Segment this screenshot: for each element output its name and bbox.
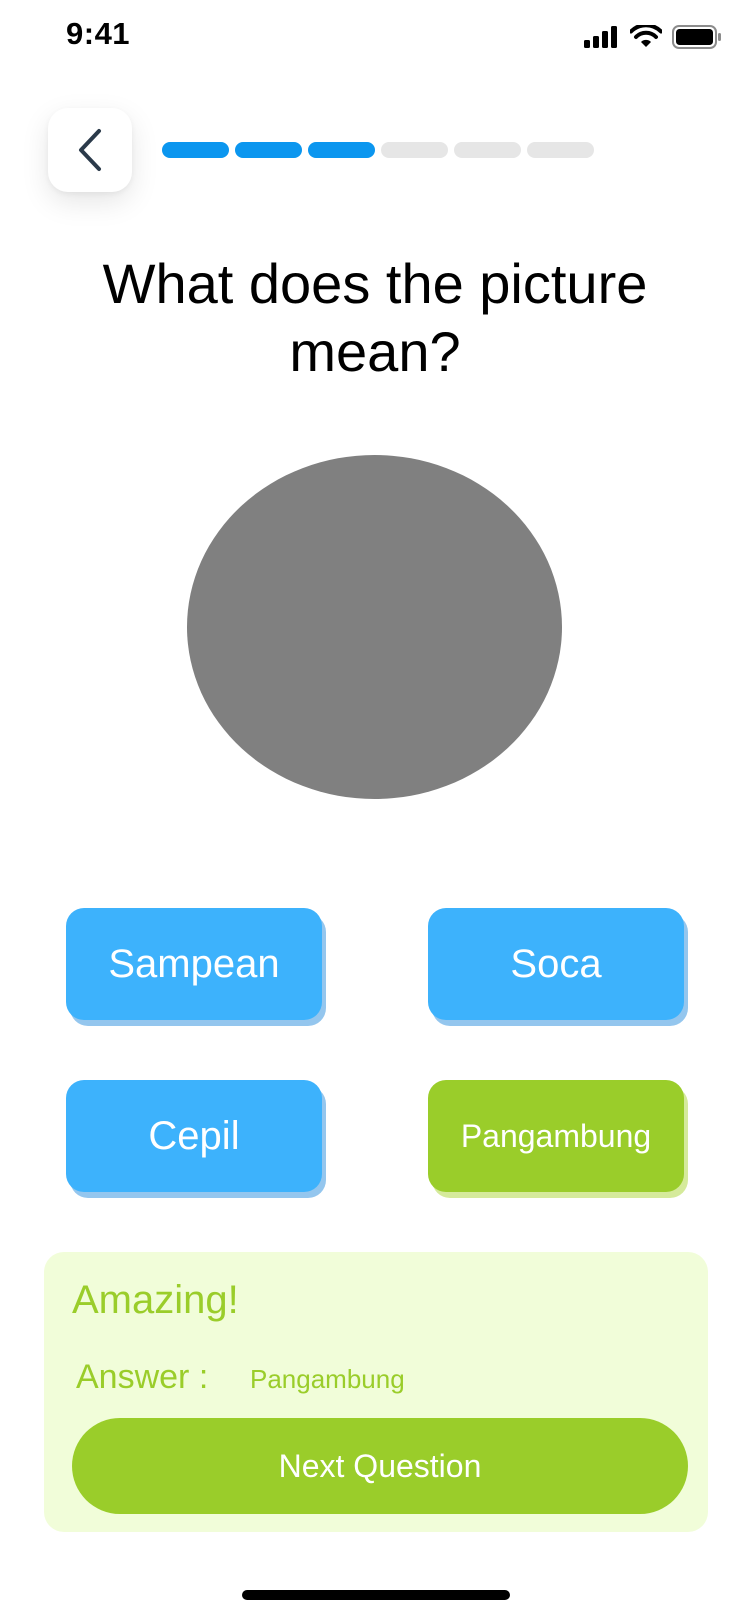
answer-value: Pangambung [250, 1364, 405, 1394]
feedback-heading: Amazing! [72, 1278, 239, 1322]
back-button[interactable] [48, 108, 132, 192]
option-soca-button[interactable]: Soca [428, 908, 684, 1020]
option-cepil-button[interactable]: Cepil [66, 1080, 322, 1192]
status-time: 9:41 [66, 16, 131, 51]
question-picture [187, 455, 562, 799]
progress-segment-pending [381, 142, 448, 158]
home-indicator [242, 1590, 510, 1600]
progress-segment-complete [308, 142, 375, 158]
status-icons [584, 22, 722, 52]
status-bar: 9:41 [0, 0, 750, 88]
progress-segment-complete [162, 142, 229, 158]
battery-icon [672, 25, 721, 49]
next-question-button[interactable]: Next Question [72, 1418, 688, 1514]
progress-segment-pending [527, 142, 594, 158]
chevron-left-icon [79, 129, 101, 171]
cellular-signal-icon [584, 26, 617, 48]
wifi-icon [630, 25, 662, 47]
progress-segment-pending [454, 142, 521, 158]
option-pangambung-button[interactable]: Pangambung [428, 1080, 684, 1192]
question-title: What does the picture mean? [102, 252, 648, 383]
feedback-panel: Amazing! Answer : Pangambung Next Questi… [44, 1252, 708, 1532]
progress-segment-complete [235, 142, 302, 158]
option-sampean-button[interactable]: Sampean [66, 908, 322, 1020]
quiz-progress-bar [162, 142, 594, 158]
answer-label: Answer : [76, 1358, 209, 1396]
